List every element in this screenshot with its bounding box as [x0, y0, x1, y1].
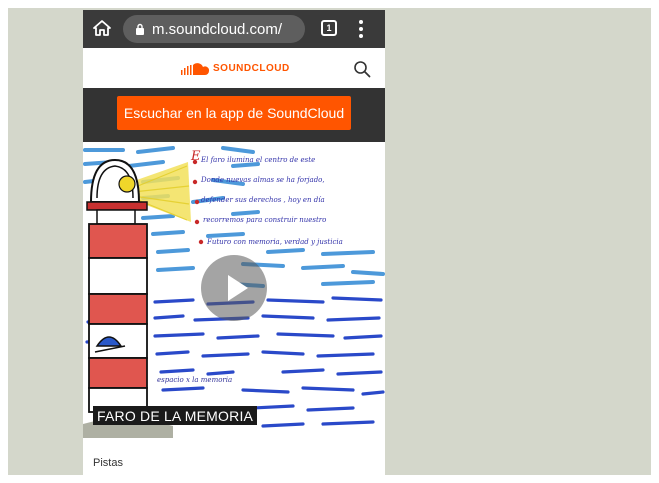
- svg-text:E: E: [190, 149, 201, 164]
- address-bar[interactable]: m.soundcloud.com/: [123, 15, 305, 43]
- handwritten-line-4: recorremos para construir nuestro: [203, 216, 326, 224]
- lock-icon: [136, 23, 144, 35]
- play-button[interactable]: [201, 255, 267, 321]
- more-options-icon[interactable]: [359, 20, 363, 38]
- url-text: m.soundcloud.com/: [152, 21, 283, 38]
- soundcloud-logo-icon[interactable]: [181, 62, 211, 76]
- handwritten-line-1: El faro ilumina el centro de este: [200, 156, 315, 164]
- site-header: SOUNDCLOUD: [83, 48, 385, 88]
- handwritten-line-5: Futuro con memoria, verdad y justicia: [206, 238, 343, 246]
- artwork-caption: espacio x la memoria: [157, 376, 232, 384]
- handwritten-line-2: Donde nuevas almas se ha forjado,: [200, 176, 325, 184]
- open-in-app-button[interactable]: Escuchar en la app de SoundCloud: [117, 96, 351, 130]
- track-title: FARO DE LA MEMORIA: [93, 406, 258, 425]
- handwritten-line-3: defender sus derechos , hoy en día: [201, 196, 325, 204]
- logo-text: SOUNDCLOUD: [213, 63, 290, 74]
- search-icon[interactable]: [353, 60, 371, 78]
- browser-toolbar: m.soundcloud.com/ 1: [83, 10, 385, 48]
- play-icon: [228, 275, 248, 301]
- tab-switcher-icon[interactable]: 1: [321, 20, 337, 36]
- tracks-section-label: Pistas: [93, 457, 123, 469]
- phone-screen: m.soundcloud.com/ 1 SOUNDCLOUD Escuchar …: [83, 10, 385, 477]
- app-banner: Escuchar en la app de SoundCloud: [83, 88, 385, 142]
- home-icon[interactable]: [93, 19, 111, 37]
- track-artwork[interactable]: E El faro ilumina el centro de este Dond…: [83, 142, 385, 438]
